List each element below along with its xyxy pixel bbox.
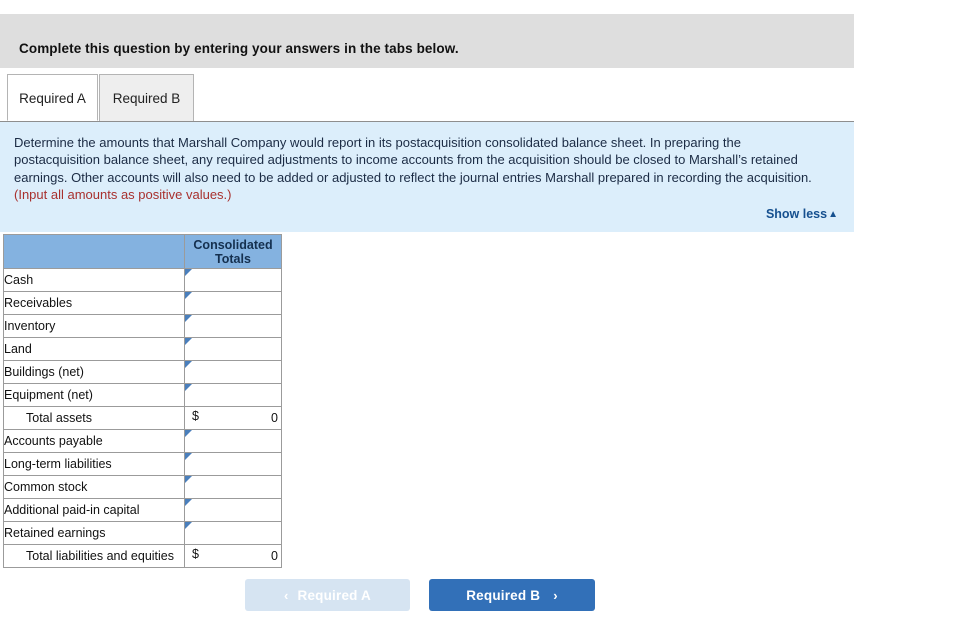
tab-strip: Required A Required B <box>0 74 854 121</box>
amount-input-cell[interactable] <box>184 291 282 315</box>
show-less-link[interactable]: Show less▲ <box>766 207 838 221</box>
row-label: Buildings (net) <box>3 360 185 384</box>
table-row: Inventory <box>3 314 282 338</box>
question-instruction-band: Complete this question by entering your … <box>0 14 854 68</box>
row-label: Cash <box>3 268 185 292</box>
show-less-label: Show less <box>765 207 828 221</box>
cell-corner-marker-icon <box>185 430 192 437</box>
question-instruction-title: Complete this question by entering your … <box>19 41 459 56</box>
amount-input-cell[interactable] <box>184 452 282 476</box>
row-label: Total liabilities and equities <box>3 544 185 568</box>
cell-corner-marker-icon <box>185 361 192 368</box>
table-row: Equipment (net) <box>3 383 282 407</box>
row-label: Additional paid-in capital <box>3 498 185 522</box>
row-label: Inventory <box>3 314 185 338</box>
currency-symbol: $ <box>192 547 199 561</box>
row-label: Retained earnings <box>3 521 185 545</box>
table-row: Total assets $0 <box>3 406 282 430</box>
chevron-left-icon: ‹ <box>283 587 289 603</box>
table-header-line1: Consolidated <box>193 237 273 252</box>
cell-corner-marker-icon <box>185 338 192 345</box>
instruction-paragraph: Determine the amounts that Marshall Comp… <box>14 134 826 203</box>
amount-input-cell[interactable] <box>184 429 282 453</box>
table-row: Land <box>3 337 282 361</box>
row-label: Receivables <box>3 291 185 315</box>
cell-corner-marker-icon <box>185 522 192 529</box>
amount-input-cell[interactable] <box>184 360 282 384</box>
prev-required-a-button[interactable]: ‹ Required A <box>245 579 410 611</box>
consolidated-balance-sheet-table: Consolidated Totals Cash Receivables Inven… <box>3 234 282 568</box>
amount-input-cell[interactable] <box>184 337 282 361</box>
total-amount-cell: $0 <box>184 406 282 430</box>
total-amount-value: 0 <box>271 410 278 425</box>
amount-input-cell[interactable] <box>184 475 282 499</box>
table-row: Accounts payable <box>3 429 282 453</box>
table-row: Retained earnings <box>3 521 282 545</box>
row-label: Long-term liabilities <box>3 452 185 476</box>
cell-corner-marker-icon <box>185 499 192 506</box>
prev-button-label: Required A <box>297 587 372 603</box>
amount-input-cell[interactable] <box>184 383 282 407</box>
table-header-line2: Totals <box>215 251 251 266</box>
tab-required-a[interactable]: Required A <box>7 74 98 121</box>
table-row: Total liabilities and equities $0 <box>3 544 282 568</box>
amount-input-cell[interactable] <box>184 521 282 545</box>
table-header-row: Consolidated Totals <box>3 234 282 269</box>
instruction-paragraph-highlight: (Input all amounts as positive values.) <box>14 186 232 202</box>
cell-corner-marker-icon <box>185 453 192 460</box>
table-row: Receivables <box>3 291 282 315</box>
table-row: Long-term liabilities <box>3 452 282 476</box>
table-row: Common stock <box>3 475 282 499</box>
instruction-paragraph-main: Determine the amounts that Marshall Comp… <box>14 135 812 185</box>
amount-input-cell[interactable] <box>184 268 282 292</box>
caret-up-icon: ▲ <box>828 209 838 220</box>
row-label: Equipment (net) <box>3 383 185 407</box>
total-amount-cell: $0 <box>184 544 282 568</box>
table-header-blank <box>3 234 185 269</box>
cell-corner-marker-icon <box>185 384 192 391</box>
tab-required-b[interactable]: Required B <box>99 74 194 121</box>
cell-corner-marker-icon <box>185 315 192 322</box>
amount-input-cell[interactable] <box>184 498 282 522</box>
amount-input-cell[interactable] <box>184 314 282 338</box>
table-header-consolidated-totals: Consolidated Totals <box>184 234 282 269</box>
currency-symbol: $ <box>192 409 199 423</box>
row-label: Common stock <box>3 475 185 499</box>
table-row: Cash <box>3 268 282 292</box>
table-row: Additional paid-in capital <box>3 498 282 522</box>
row-label: Total assets <box>3 406 185 430</box>
row-label: Land <box>3 337 185 361</box>
cell-corner-marker-icon <box>185 292 192 299</box>
cell-corner-marker-icon <box>185 269 192 276</box>
next-button-label: Required B <box>466 587 541 603</box>
next-required-b-button[interactable]: Required B › <box>429 579 595 611</box>
table-row: Buildings (net) <box>3 360 282 384</box>
table-body: Cash Receivables Inventory Land Buildings (n… <box>3 268 282 568</box>
chevron-right-icon: › <box>553 587 558 603</box>
cell-corner-marker-icon <box>185 476 192 483</box>
total-amount-value: 0 <box>271 548 278 563</box>
instruction-panel: Determine the amounts that Marshall Comp… <box>0 121 854 232</box>
row-label: Accounts payable <box>3 429 185 453</box>
